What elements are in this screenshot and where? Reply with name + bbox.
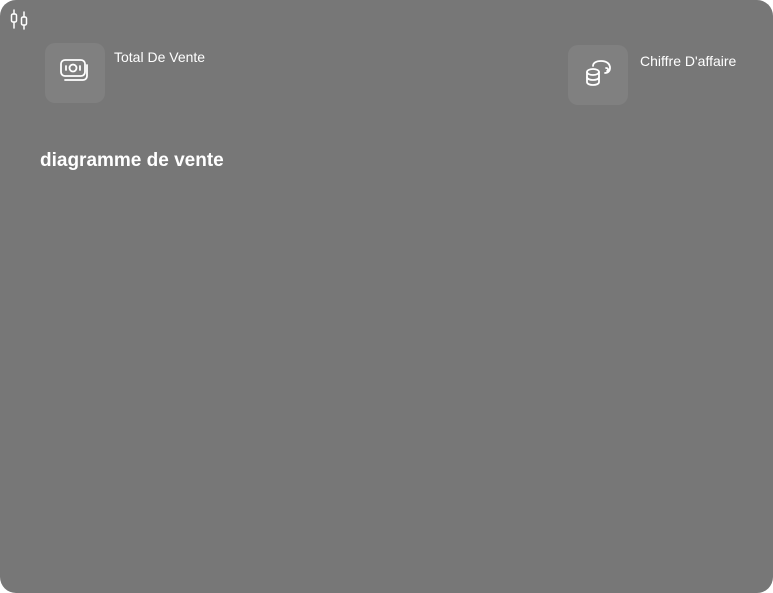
dashboard-panel: Total De Vente Chiffre D'affaire diagram… <box>0 0 773 593</box>
revenue-icon-box <box>568 45 628 105</box>
candlestick-chart-icon[interactable] <box>8 8 30 30</box>
revenue-label: Chiffre D'affaire <box>640 53 737 69</box>
cash-icon <box>59 57 91 90</box>
sales-chart-title: diagramme de vente <box>40 150 224 171</box>
coins-icon <box>582 58 614 93</box>
total-sales-icon-box <box>45 43 105 103</box>
total-sales-label: Total De Vente <box>114 49 206 65</box>
sales-chart-area <box>40 190 740 570</box>
